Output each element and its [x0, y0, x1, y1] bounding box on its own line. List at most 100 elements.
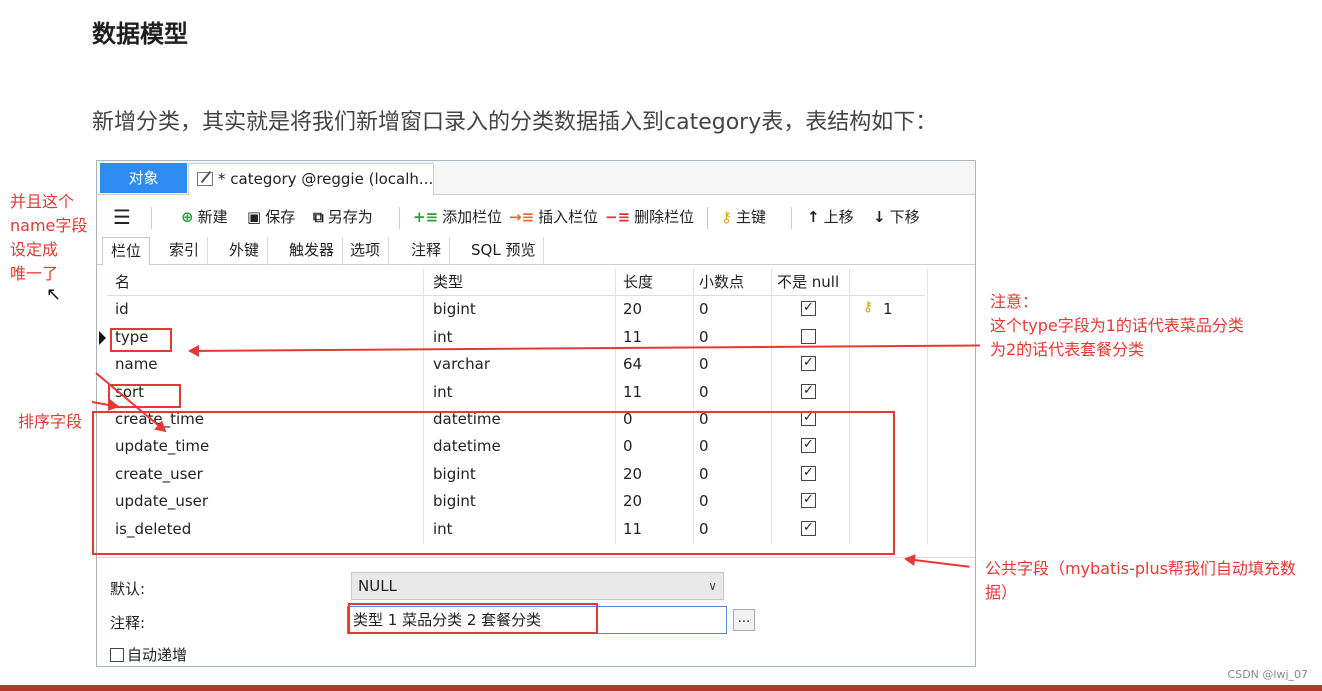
cell-type[interactable]: bigint [433, 296, 476, 323]
column-header-type[interactable]: 类型 [433, 269, 463, 296]
common-fields-note: 公共字段（mybatis-plus帮我们自动填充数 据） [985, 557, 1296, 605]
table-row[interactable]: name varchar 64 0 ✓ [107, 351, 928, 380]
cell-length[interactable]: 11 [623, 379, 642, 406]
not-null-checkbox[interactable]: ✓ [801, 383, 816, 399]
type-note-line: 这个type字段为1的话代表菜品分类 [990, 316, 1244, 335]
new-button[interactable]: ⊕ 新建 [181, 205, 228, 229]
comment-highlight-box [348, 603, 598, 634]
new-label: 新建 [197, 208, 228, 226]
cell-type[interactable]: varchar [433, 351, 490, 378]
comment-label: 注释: [110, 614, 146, 632]
tab-fields[interactable]: 栏位 [102, 237, 151, 266]
column-divider [615, 378, 616, 407]
tab-foreign-keys[interactable]: 外键 [221, 237, 269, 265]
table-row[interactable]: id bigint 20 0 ✓ ⚷ 1 [107, 296, 928, 325]
cell-type[interactable]: int [433, 379, 453, 406]
checkbox-icon [110, 648, 124, 662]
move-down-label: 下移 [889, 208, 920, 226]
save-icon: ▣ [247, 208, 262, 226]
tab-category-design[interactable]: * category @reggie (localh... [188, 163, 434, 195]
current-row-marker-icon [99, 330, 106, 345]
type-note-line: 为2的话代表套餐分类 [990, 340, 1145, 359]
move-down-button[interactable]: ↓ 下移 [873, 205, 920, 229]
save-button[interactable]: ▣ 保存 [247, 205, 295, 229]
tab-objects[interactable]: 对象 [100, 163, 187, 193]
add-field-button[interactable]: +≡ 添加栏位 [413, 205, 502, 229]
delete-field-icon: −≡ [605, 208, 631, 226]
tab-sql-preview[interactable]: SQL 预览 [463, 237, 545, 265]
save-as-button[interactable]: ⧉ 另存为 [313, 205, 373, 229]
not-null-checkbox[interactable] [801, 328, 816, 344]
tab-options[interactable]: 选项 [342, 237, 390, 265]
column-header-decimal[interactable]: 小数点 [699, 269, 744, 296]
column-divider [927, 323, 928, 352]
cell-decimal[interactable]: 0 [699, 296, 709, 323]
column-divider [927, 460, 928, 489]
default-select[interactable]: NULL ∨ [351, 572, 724, 600]
bottom-accent-bar [0, 685, 1322, 691]
column-divider [849, 323, 850, 352]
table-design-icon [197, 172, 213, 186]
table-row[interactable]: sort int 11 0 ✓ [107, 378, 928, 407]
toolbar-separator [791, 207, 792, 229]
column-divider [615, 269, 616, 297]
column-divider [849, 269, 850, 297]
cell-length[interactable]: 20 [623, 296, 642, 323]
page-heading: 数据模型 [92, 20, 188, 48]
arrow-up-icon: ↑ [807, 208, 820, 226]
column-header-length[interactable]: 长度 [623, 269, 653, 296]
insert-field-button[interactable]: →≡ 插入栏位 [509, 205, 598, 229]
tab-indexes[interactable]: 索引 [161, 237, 209, 265]
arrow-down-icon: ↓ [873, 208, 886, 226]
primary-key-button[interactable]: ⚷ 主键 [721, 205, 766, 229]
save-as-icon: ⧉ [313, 208, 324, 226]
cell-length[interactable]: 64 [623, 351, 642, 378]
tab-triggers[interactable]: 触发器 [281, 237, 344, 265]
column-divider [927, 488, 928, 517]
cell-name[interactable]: name [115, 351, 158, 378]
ellipsis-button[interactable]: ... [733, 609, 755, 631]
column-divider [849, 351, 850, 380]
unique-note-line: 唯一了 [10, 264, 59, 283]
column-divider [693, 351, 694, 380]
sort-note: 排序字段 [18, 412, 83, 431]
cell-decimal[interactable]: 0 [699, 379, 709, 406]
cell-type[interactable]: int [433, 324, 453, 351]
not-null-checkbox[interactable]: ✓ [801, 301, 816, 317]
column-header-not-null[interactable]: 不是 null [777, 269, 839, 296]
column-header-name[interactable]: 名 [115, 269, 130, 296]
column-divider [849, 378, 850, 407]
tab-comment[interactable]: 注释 [403, 237, 451, 265]
column-divider [927, 406, 928, 434]
mouse-cursor-icon: ↖ [46, 284, 62, 305]
menu-icon[interactable]: ☰ [113, 205, 131, 229]
column-divider [423, 269, 424, 297]
primary-key-icon: ⚷ [863, 299, 874, 316]
primary-key-index: 1 [883, 300, 893, 319]
default-value: NULL [358, 577, 397, 595]
common-fields-highlight-box [92, 411, 895, 555]
default-label: 默认: [110, 580, 146, 598]
move-up-label: 上移 [823, 208, 854, 226]
column-divider [927, 351, 928, 380]
cell-decimal[interactable]: 0 [699, 351, 709, 378]
add-field-icon: +≡ [413, 208, 439, 226]
toolbar-separator [707, 207, 708, 229]
column-divider [927, 433, 928, 462]
column-divider [423, 351, 424, 380]
type-highlight-box [110, 328, 172, 352]
column-divider [849, 296, 850, 325]
toolbar-separator [399, 207, 400, 229]
auto-increment-checkbox[interactable]: 自动递增 [110, 644, 187, 665]
intro-text: 新增分类，其实就是将我们新增窗口录入的分类数据插入到category表，表结构如… [92, 110, 938, 135]
move-up-button[interactable]: ↑ 上移 [807, 205, 854, 229]
column-divider [927, 296, 928, 325]
delete-field-label: 删除栏位 [634, 208, 695, 226]
column-divider [771, 378, 772, 407]
save-as-label: 另存为 [327, 208, 373, 226]
insert-field-icon: →≡ [509, 208, 535, 226]
cell-name[interactable]: id [115, 296, 129, 323]
column-divider [693, 296, 694, 325]
not-null-checkbox[interactable]: ✓ [801, 356, 816, 372]
delete-field-button[interactable]: −≡ 删除栏位 [605, 205, 694, 229]
